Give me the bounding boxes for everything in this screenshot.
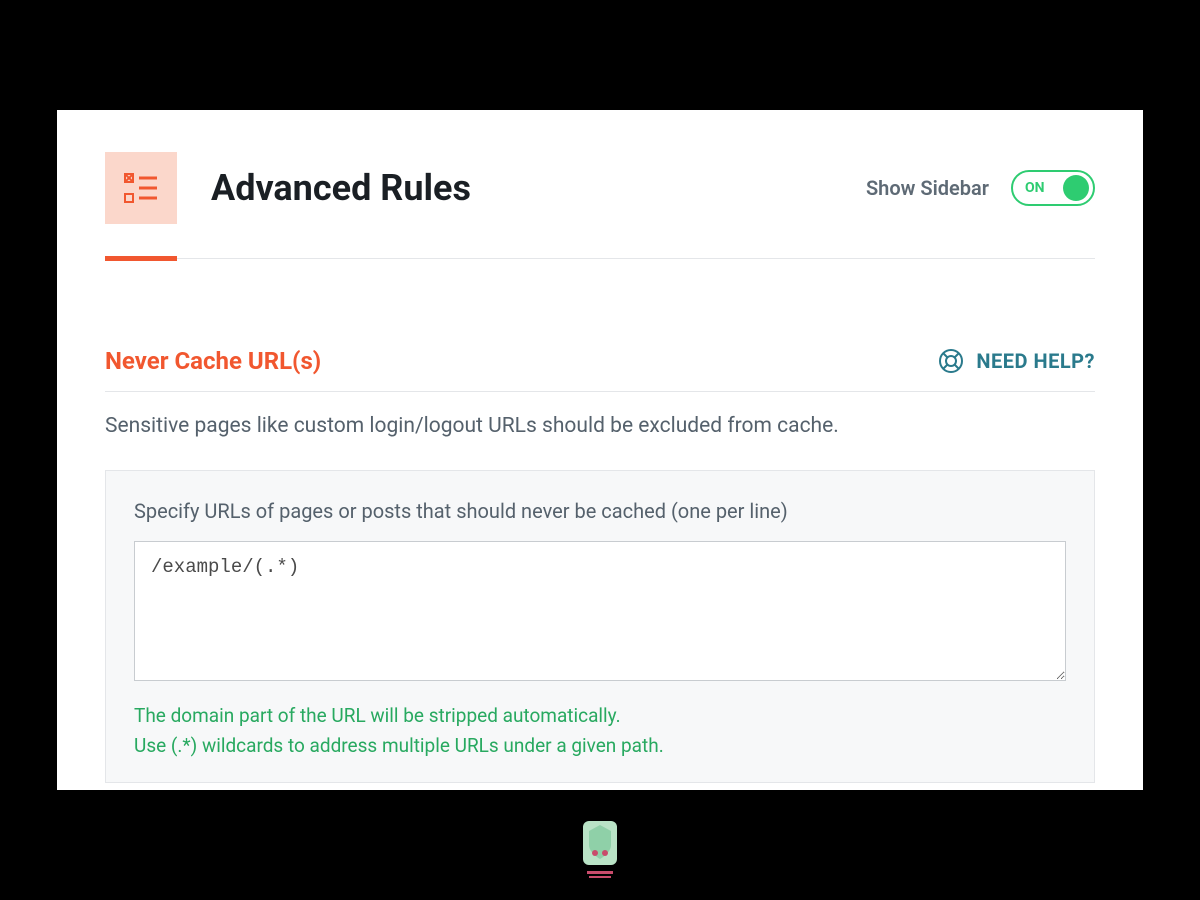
lifebuoy-icon — [938, 348, 964, 374]
settings-panel: Advanced Rules Show Sidebar ON Never Cac… — [57, 110, 1143, 790]
section-description: Sensitive pages like custom login/logout… — [105, 414, 1095, 438]
need-help-link[interactable]: NEED HELP? — [938, 348, 1095, 374]
show-sidebar-toggle[interactable]: ON — [1011, 170, 1095, 206]
textarea-label: Specify URLs of pages or posts that shou… — [134, 499, 1066, 523]
active-tab-indicator — [105, 256, 177, 261]
tab-strip — [105, 258, 1095, 259]
never-cache-field: Specify URLs of pages or posts that shou… — [105, 470, 1095, 783]
hint-line-1: The domain part of the URL will be strip… — [134, 701, 1066, 731]
panel-header: Advanced Rules Show Sidebar ON — [105, 152, 1095, 224]
hint-line-2: Use (.*) wildcards to address multiple U… — [134, 731, 1066, 761]
toggle-state-label: ON — [1025, 180, 1045, 196]
section-title: Never Cache URL(s) — [105, 347, 321, 375]
page-title: Advanced Rules — [211, 167, 471, 209]
footer-logo — [570, 812, 630, 886]
section-divider — [105, 391, 1095, 392]
never-cache-urls-textarea[interactable] — [134, 541, 1066, 681]
field-hint: The domain part of the URL will be strip… — [134, 701, 1066, 762]
advanced-rules-icon — [105, 152, 177, 224]
show-sidebar-label: Show Sidebar — [866, 176, 989, 200]
need-help-label: NEED HELP? — [976, 349, 1095, 373]
toggle-knob — [1063, 175, 1089, 201]
